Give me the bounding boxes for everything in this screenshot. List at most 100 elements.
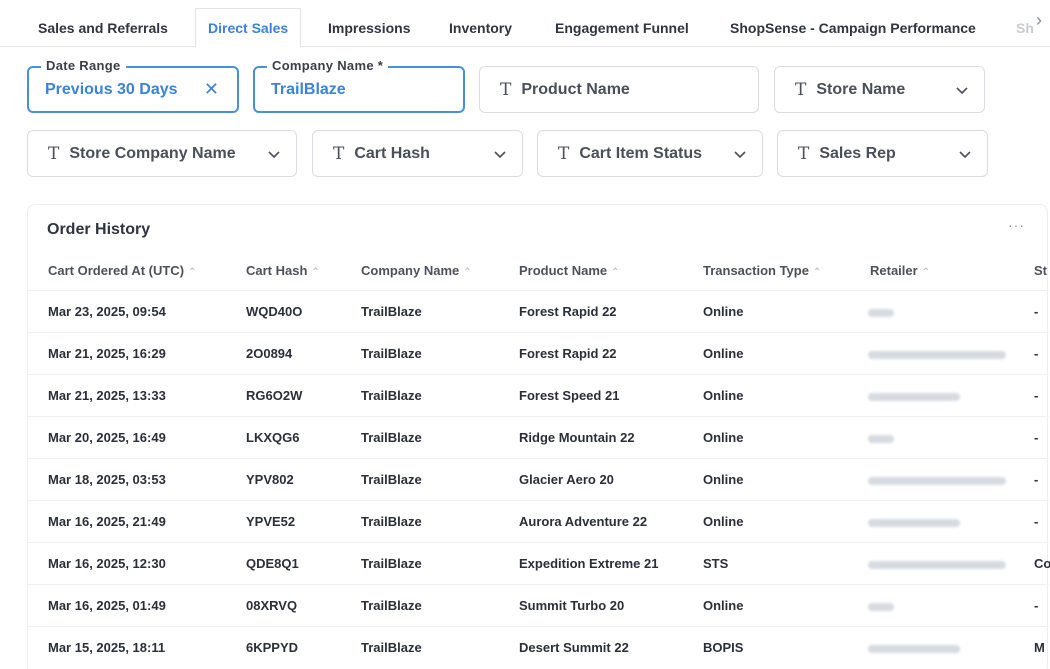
- table-cell: Mar 16, 2025, 21:49: [48, 514, 166, 529]
- table-cell: TrailBlaze: [361, 388, 422, 403]
- column-header-product-name[interactable]: Product Name ⌃: [519, 263, 620, 278]
- tab-overflow[interactable]: Sh: [1016, 8, 1034, 47]
- chevron-down-icon: [954, 82, 970, 98]
- cart-item-status-filter[interactable]: T Cart Item Status: [537, 130, 763, 177]
- text-type-icon: T: [558, 143, 570, 164]
- table-cell: -: [1034, 472, 1039, 487]
- chevron-down-icon: [957, 146, 973, 162]
- table-cell: 2O0894: [246, 346, 293, 361]
- card-title: Order History: [47, 221, 151, 238]
- chevron-down-icon: [732, 146, 748, 162]
- store-company-name-filter[interactable]: T Store Company Name: [27, 130, 297, 177]
- tab-sales-and-referrals[interactable]: Sales and Referrals: [38, 8, 168, 47]
- company-name-filter[interactable]: Company Name * TrailBlaze: [253, 58, 465, 113]
- table-cell: -: [1034, 514, 1039, 529]
- column-header-cart-ordered-at[interactable]: Cart Ordered At (UTC) ⌃: [48, 263, 196, 278]
- tab-engagement-funnel[interactable]: Engagement Funnel: [555, 8, 689, 47]
- table-cell: Aurora Adventure 22: [519, 514, 648, 529]
- table-cell: Mar 20, 2025, 16:49: [48, 430, 166, 445]
- product-name-filter[interactable]: T Product Name: [479, 66, 759, 113]
- table-cell: Online: [703, 346, 744, 361]
- date-range-legend: Date Range: [41, 58, 126, 73]
- date-range-value: Previous 30 Days: [45, 80, 178, 98]
- product-name-label: Product Name: [521, 80, 630, 98]
- cart-item-status-label: Cart Item Status: [579, 144, 703, 162]
- more-options-icon[interactable]: ···: [1008, 217, 1025, 233]
- store-name-filter[interactable]: T Store Name: [774, 66, 985, 113]
- table-cell: M: [1034, 640, 1045, 655]
- company-name-value: TrailBlaze: [271, 80, 346, 98]
- table-cell: 6KPPYD: [246, 640, 299, 655]
- table-cell: STS: [703, 556, 729, 571]
- table-cell: BOPIS: [703, 640, 744, 655]
- sales-rep-label: Sales Rep: [819, 144, 896, 162]
- chevron-down-icon: [266, 146, 282, 162]
- sort-icon: ⌃: [921, 267, 931, 278]
- table-cell: TrailBlaze: [361, 598, 422, 613]
- table-cell: Forest Rapid 22: [519, 304, 617, 319]
- table-cell: -: [1034, 388, 1039, 403]
- table-cell: TrailBlaze: [361, 556, 422, 571]
- sales-rep-filter[interactable]: T Sales Rep: [777, 130, 988, 177]
- table-cell: TrailBlaze: [361, 430, 422, 445]
- store-company-name-label: Store Company Name: [69, 144, 236, 162]
- column-header-cart-hash[interactable]: Cart Hash ⌃: [246, 263, 320, 278]
- table-cell: Mar 18, 2025, 03:53: [48, 472, 166, 487]
- table-row[interactable]: Mar 15, 2025, 18:11 6KPPYD TrailBlaze Deser…: [28, 626, 1049, 668]
- column-header-transaction-type[interactable]: Transaction Type ⌃: [703, 263, 821, 278]
- table-cell: Co: [1034, 556, 1050, 571]
- table-cell: Ridge Mountain 22: [519, 430, 635, 445]
- table-cell: Online: [703, 514, 744, 529]
- tab-direct-sales[interactable]: Direct Sales: [195, 8, 302, 48]
- tab-impressions[interactable]: Impressions: [328, 8, 410, 47]
- table-cell: TrailBlaze: [361, 514, 422, 529]
- table-row[interactable]: Mar 21, 2025, 13:33 RG6O2W TrailBlaze Fores…: [28, 374, 1049, 416]
- tab-shopsense-campaign-performance[interactable]: ShopSense - Campaign Performance: [730, 8, 976, 47]
- table-cell: Mar 16, 2025, 01:49: [48, 598, 166, 613]
- close-icon[interactable]: ✕: [204, 79, 219, 100]
- table-row[interactable]: Mar 16, 2025, 21:49 YPVE52 TrailBlaze Auror…: [28, 500, 1049, 542]
- table-cell: -: [1034, 430, 1039, 445]
- table-cell: Online: [703, 388, 744, 403]
- table-cell: YPVE52: [246, 514, 296, 529]
- table-cell: TrailBlaze: [361, 472, 422, 487]
- column-header-company-name[interactable]: Company Name ⌃: [361, 263, 472, 278]
- text-type-icon: T: [48, 143, 60, 164]
- table-cell: WQD40O: [246, 304, 303, 319]
- retailer-redacted: [868, 519, 960, 527]
- table-row[interactable]: Mar 21, 2025, 16:29 2O0894 TrailBlaze Fores…: [28, 332, 1049, 374]
- table-cell: Forest Speed 21: [519, 388, 620, 403]
- table-row[interactable]: Mar 23, 2025, 09:54 WQD40O TrailBlaze Fores…: [28, 290, 1049, 332]
- table-cell: TrailBlaze: [361, 304, 422, 319]
- table-cell: Online: [703, 598, 744, 613]
- retailer-redacted: [868, 393, 960, 401]
- table-cell: QDE8Q1: [246, 556, 299, 571]
- chevron-down-icon: [492, 146, 508, 162]
- column-header-overflow[interactable]: St: [1034, 263, 1047, 278]
- table-row[interactable]: Mar 16, 2025, 01:49 08XRVQ TrailBlaze Summi…: [28, 584, 1049, 626]
- date-range-filter[interactable]: Date Range Previous 30 Days ✕: [27, 58, 239, 113]
- table-cell: Desert Summit 22: [519, 640, 629, 655]
- table-cell: TrailBlaze: [361, 640, 422, 655]
- table-row[interactable]: Mar 16, 2025, 12:30 QDE8Q1 TrailBlaze Exped…: [28, 542, 1050, 584]
- text-type-icon: T: [795, 79, 807, 100]
- table-cell: LKXQG6: [246, 430, 300, 445]
- table-cell: Online: [703, 472, 744, 487]
- retailer-redacted: [868, 309, 894, 317]
- chevron-right-icon[interactable]: ›: [1036, 10, 1042, 31]
- tab-inventory[interactable]: Inventory: [449, 8, 512, 47]
- tab-bar: Sales and Referrals Direct Sales Impress…: [0, 0, 1050, 48]
- table-cell: Online: [703, 304, 744, 319]
- retailer-redacted: [868, 477, 1006, 485]
- table-row[interactable]: Mar 20, 2025, 16:49 LKXQG6 TrailBlaze Ridge…: [28, 416, 1049, 458]
- retailer-redacted: [868, 435, 894, 443]
- table-cell: Mar 21, 2025, 13:33: [48, 388, 166, 403]
- cart-hash-filter[interactable]: T Cart Hash: [312, 130, 523, 177]
- retailer-redacted: [868, 603, 894, 611]
- sort-icon: ⌃: [611, 267, 620, 278]
- table-cell: RG6O2W: [246, 388, 303, 403]
- column-header-retailer[interactable]: Retailer ⌃: [870, 263, 930, 278]
- table-cell: Forest Rapid 22: [519, 346, 617, 361]
- table-row[interactable]: Mar 18, 2025, 03:53 YPV802 TrailBlaze Glaci…: [28, 458, 1049, 500]
- text-type-icon: T: [333, 143, 345, 164]
